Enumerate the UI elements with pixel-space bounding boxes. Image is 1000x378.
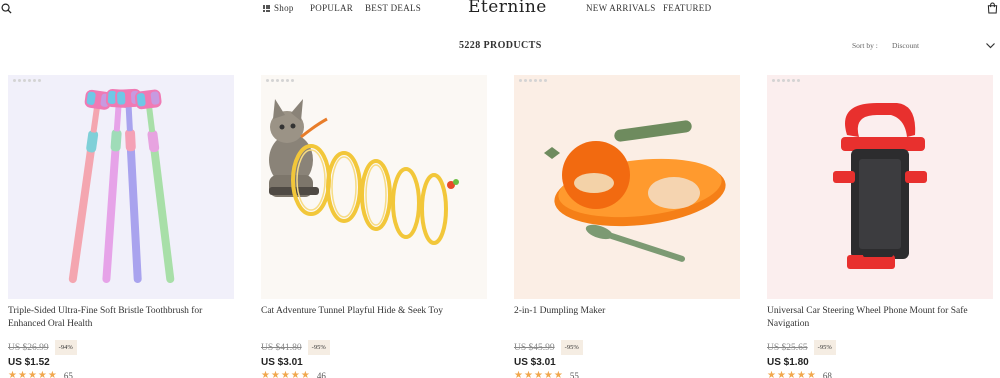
star-rating: ★ ★ ★ ★ ★ [767,371,816,378]
star-rating: ★ ★ ★ ★ ★ [261,371,310,378]
sale-price: US $1.52 [8,357,50,368]
star-icon: ★ [533,370,543,378]
original-price: US $25.65 [767,342,808,353]
star-icon: ★ [806,370,816,378]
product-count: 5228 PRODUCTS [459,40,542,51]
star-icon: ★ [300,370,310,378]
star-rating: ★ ★ ★ ★ ★ [514,371,563,378]
rating: ★ ★ ★ ★ ★ 55 [514,370,740,378]
product-image[interactable] [261,75,487,299]
toothbrush-image [68,88,175,284]
site-header: Shop POPULAR BEST DEALS Eternine NEW ARR… [0,0,1000,17]
star-rating: ★ ★ ★ ★ ★ [8,371,57,378]
review-count: 46 [316,371,326,378]
sort-select[interactable]: Discount [892,41,919,50]
nav-shop-label: Shop [274,3,294,13]
product-image[interactable] [8,75,234,299]
nav-popular[interactable]: POPULAR [310,3,353,13]
site-logo[interactable]: Eternine [468,0,547,17]
star-icon: ★ [767,370,776,378]
discount-badge: -94% [54,340,77,355]
product-image[interactable] [767,75,993,299]
cat-tunnel-image [269,99,459,245]
product-title[interactable]: Cat Adventure Tunnel Playful Hide & Seek… [261,305,487,331]
phone-mount-image [833,103,927,269]
star-icon: ★ [786,370,796,378]
nav-best-deals[interactable]: BEST DEALS [365,3,421,13]
product-title[interactable]: Triple-Sided Ultra-Fine Soft Bristle Too… [8,305,234,331]
star-icon: ★ [17,370,27,378]
original-price: US $41.80 [261,342,302,353]
star-icon: ★ [47,370,57,378]
star-icon: ★ [290,370,300,378]
carousel-dots[interactable] [772,79,800,82]
sale-price: US $3.01 [514,357,556,368]
star-icon: ★ [796,370,806,378]
product-title[interactable]: Universal Car Steering Wheel Phone Mount… [767,305,993,331]
discount-badge: -95% [813,340,836,355]
nav-new-arrivals[interactable]: NEW ARRIVALS [586,3,656,13]
nav-featured[interactable]: FEATURED [663,3,711,13]
review-count: 65 [63,371,73,378]
sort-label: Sort by : [852,41,878,50]
product-card[interactable]: Triple-Sided Ultra-Fine Soft Bristle Too… [8,75,234,378]
star-icon: ★ [776,370,786,378]
star-icon: ★ [280,370,290,378]
grid-icon [263,4,270,12]
sale-price: US $1.80 [767,357,809,368]
original-price: US $26.99 [8,342,49,353]
discount-badge: -95% [560,340,583,355]
star-icon: ★ [543,370,553,378]
dumpling-maker-image [544,120,726,262]
chevron-down-icon[interactable] [985,41,996,50]
star-icon: ★ [261,370,270,378]
discount-badge: -95% [307,340,330,355]
rating: ★ ★ ★ ★ ★ 46 [261,370,487,378]
review-count: 55 [569,371,579,378]
star-icon: ★ [553,370,563,378]
star-icon: ★ [514,370,523,378]
product-card[interactable]: Cat Adventure Tunnel Playful Hide & Seek… [261,75,487,378]
star-icon: ★ [523,370,533,378]
product-image[interactable] [514,75,740,299]
shopping-bag-icon[interactable] [987,2,998,14]
nav-shop[interactable]: Shop [263,3,294,13]
sale-price: US $3.01 [261,357,303,368]
star-icon: ★ [8,370,17,378]
product-card[interactable]: Universal Car Steering Wheel Phone Mount… [767,75,993,378]
rating: ★ ★ ★ ★ ★ 65 [8,370,234,378]
carousel-dots[interactable] [13,79,41,82]
star-icon: ★ [270,370,280,378]
search-icon[interactable] [1,3,12,14]
star-icon: ★ [27,370,37,378]
product-card[interactable]: 2-in-1 Dumpling Maker US $45.99 -95% US … [514,75,740,378]
carousel-dots[interactable] [519,79,547,82]
carousel-dots[interactable] [266,79,294,82]
original-price: US $45.99 [514,342,555,353]
star-icon: ★ [37,370,47,378]
product-title[interactable]: 2-in-1 Dumpling Maker [514,305,740,331]
rating: ★ ★ ★ ★ ★ 68 [767,370,993,378]
review-count: 68 [822,371,832,378]
